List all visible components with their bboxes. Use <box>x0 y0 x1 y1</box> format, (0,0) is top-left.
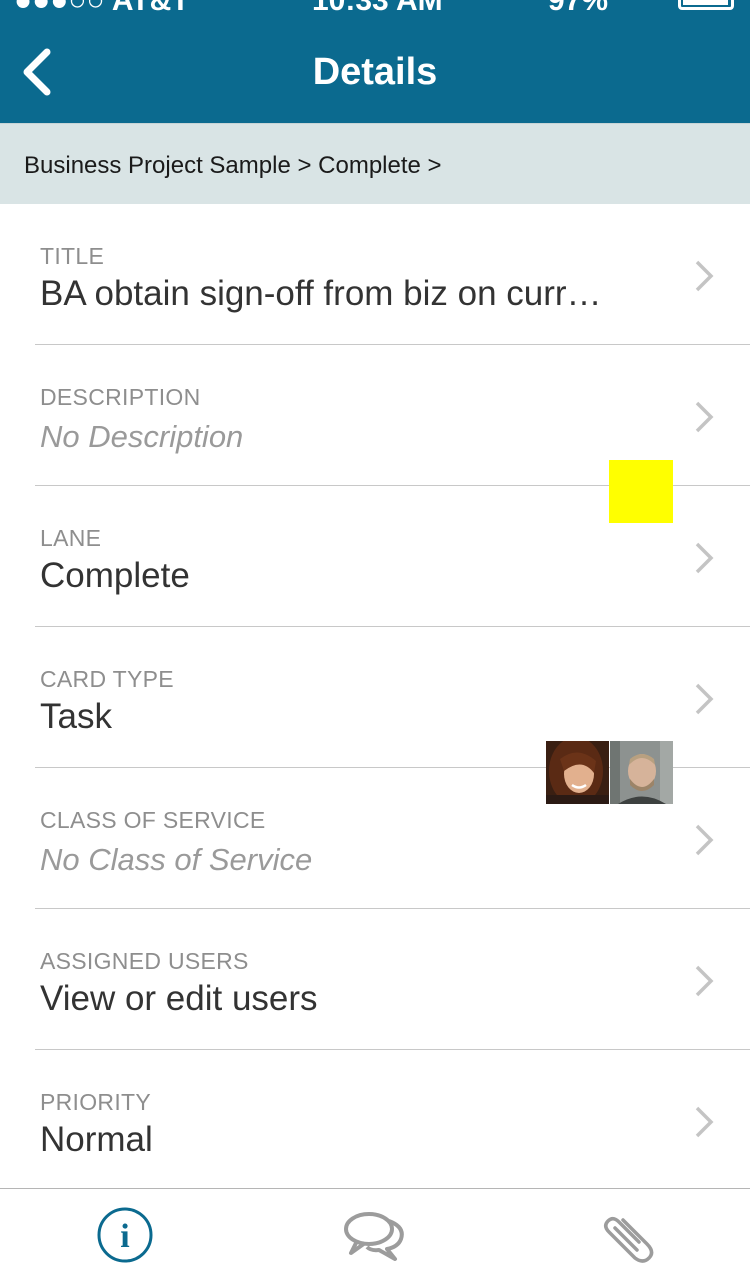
battery-icon <box>678 0 734 10</box>
field-value: BA obtain sign-off from biz on curr… <box>40 274 602 313</box>
field-value: No Class of Service <box>40 842 313 877</box>
tab-comments[interactable] <box>343 1203 407 1267</box>
page-title: Details <box>312 51 438 93</box>
tab-attachments[interactable] <box>594 1203 658 1267</box>
assigned-user-avatars <box>546 741 673 804</box>
field-label: TITLE <box>40 243 105 269</box>
field-label: ASSIGNED USERS <box>40 948 249 974</box>
field-label: CARD TYPE <box>40 666 174 692</box>
status-bar: ●●●○○ AT&T 10:33 AM 97% <box>0 0 750 14</box>
tab-details[interactable]: i <box>93 1203 157 1267</box>
comments-icon <box>344 1212 404 1261</box>
title-row[interactable]: TITLE BA obtain sign-off from biz on cur… <box>0 204 750 345</box>
info-icon: i <box>97 1207 153 1263</box>
tab-bar: i <box>0 1188 750 1275</box>
user-avatar-woman <box>546 741 609 804</box>
field-value: View or edit users <box>40 979 318 1018</box>
user-avatar-man <box>610 741 673 804</box>
chevron-right-icon <box>695 260 714 292</box>
breadcrumb-text: Business Project Sample > Complete > <box>24 152 442 179</box>
field-value: Task <box>40 697 112 736</box>
chevron-right-icon <box>695 1106 714 1138</box>
field-label: CLASS OF SERVICE <box>40 807 266 833</box>
svg-text:i: i <box>120 1218 129 1255</box>
chevron-right-icon <box>695 542 714 574</box>
field-label: LANE <box>40 525 102 551</box>
chevron-right-icon <box>695 824 714 856</box>
details-list: TITLE BA obtain sign-off from biz on cur… <box>0 204 750 1191</box>
card-type-color-swatch <box>609 460 673 523</box>
chevron-right-icon <box>695 965 714 997</box>
paperclip-icon <box>604 1217 654 1263</box>
priority-row[interactable]: PRIORITY Normal <box>0 1050 750 1191</box>
battery-percent: 97% <box>548 0 608 14</box>
carrier-label: ●●●○○ AT&T <box>14 0 190 14</box>
chevron-right-icon <box>695 401 714 433</box>
field-label: PRIORITY <box>40 1089 152 1115</box>
clock-label: 10:33 AM <box>312 0 443 14</box>
field-value: Normal <box>40 1120 153 1159</box>
field-value: No Description <box>40 419 244 454</box>
breadcrumb: Business Project Sample > Complete > <box>0 123 750 204</box>
chevron-right-icon <box>695 683 714 715</box>
field-label: DESCRIPTION <box>40 384 201 410</box>
navigation-bar: ●●●○○ AT&T 10:33 AM 97% Details <box>0 0 750 123</box>
assigned-users-row[interactable]: ASSIGNED USERS View or edit users <box>0 909 750 1050</box>
field-value: Complete <box>40 556 190 595</box>
